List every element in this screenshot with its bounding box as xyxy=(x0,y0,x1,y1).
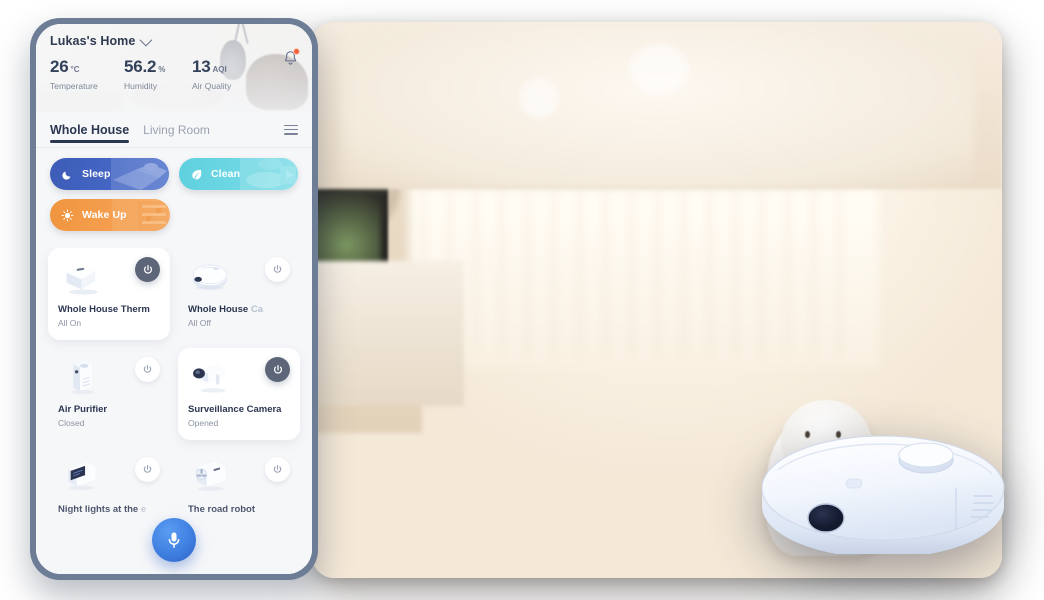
power-toggle-button[interactable] xyxy=(265,257,290,282)
device-name: Night lights at the e xyxy=(58,504,147,515)
scene-button-clean[interactable]: Clean xyxy=(179,158,298,190)
robot-vacuum-icon xyxy=(192,264,228,291)
device-card-whole-house-thermostat[interactable]: Whole House Therm All On xyxy=(48,248,170,340)
power-toggle-button[interactable] xyxy=(135,457,160,482)
stat-unit: AQI xyxy=(212,65,227,74)
device-state: All Off xyxy=(188,318,211,328)
microphone-icon xyxy=(168,532,180,548)
air-conditioner-icon xyxy=(196,461,226,491)
device-state: All On xyxy=(58,318,82,328)
power-toggle-button[interactable] xyxy=(265,457,290,482)
air-purifier-icon xyxy=(70,360,95,395)
stat-temperature: 26 °C Temperature xyxy=(50,58,124,91)
device-card-night-lights[interactable]: Night lights at the e xyxy=(48,448,170,540)
stat-value: 13 xyxy=(192,57,211,76)
thermostat-icon xyxy=(66,265,98,295)
sun-icon xyxy=(61,209,74,221)
stat-value: 56.2 xyxy=(124,57,157,76)
room-tab-bar: Whole House Living Room xyxy=(36,112,312,148)
power-icon xyxy=(273,264,282,273)
scene-button-sleep[interactable]: Sleep xyxy=(50,158,169,190)
power-toggle-button[interactable] xyxy=(265,357,290,382)
phone-screen: Lukas's Home 26 °C Temperature 56.2% Humi… xyxy=(36,24,312,574)
device-name: Whole House Ca xyxy=(188,304,263,315)
phone-mockup: Lukas's Home 26 °C Temperature 56.2% Humi… xyxy=(30,18,318,580)
leaf-icon xyxy=(192,169,202,180)
stat-label: Air Quality xyxy=(192,81,232,91)
cleaning-art xyxy=(240,158,298,190)
home-selector[interactable]: Lukas's Home xyxy=(50,33,298,48)
app-header: Lukas's Home 26 °C Temperature 56.2% Humi… xyxy=(36,24,312,112)
device-name: The road robot xyxy=(188,504,256,515)
robot-vacuum-product-image xyxy=(761,435,1005,554)
device-name: Air Purifier xyxy=(58,404,108,415)
security-camera-icon xyxy=(193,364,227,393)
scene-label: Wake Up xyxy=(82,209,127,221)
device-name: Surveillance Camera xyxy=(188,404,282,415)
stat-air-quality: 13 AQI Air Quality xyxy=(192,58,260,91)
power-icon xyxy=(273,364,282,374)
stat-value: 26 xyxy=(50,57,69,76)
device-state: Opened xyxy=(188,418,219,428)
home-name-label: Lukas's Home xyxy=(50,34,136,48)
device-card-air-purifier[interactable]: Air Purifier Closed xyxy=(48,348,170,440)
device-card-surveillance-camera[interactable]: Surveillance Camera Opened xyxy=(178,348,300,440)
scene-button-wake-up[interactable]: Wake Up xyxy=(50,199,170,231)
power-icon xyxy=(143,264,152,274)
bedroom-art xyxy=(111,158,169,190)
chevron-down-icon xyxy=(140,33,153,46)
device-state: Closed xyxy=(58,418,85,428)
night-light-icon xyxy=(68,462,96,491)
moon-icon xyxy=(62,171,71,180)
tab-whole-house[interactable]: Whole House xyxy=(50,116,130,144)
stat-label: Humidity xyxy=(124,81,158,91)
power-icon xyxy=(143,364,152,373)
power-icon xyxy=(273,464,282,473)
power-icon xyxy=(143,464,152,473)
scene-shortcuts: Sleep Clean Wake Up xyxy=(36,148,312,248)
device-card-road-robot[interactable]: The road robot xyxy=(178,448,300,540)
voice-assistant-button[interactable] xyxy=(152,518,196,562)
device-card-whole-house-cleaner[interactable]: Whole House Ca All Off xyxy=(178,248,300,340)
scene-label: Sleep xyxy=(82,168,111,180)
notification-badge-dot xyxy=(293,48,300,55)
stat-unit: °C xyxy=(70,65,80,74)
hamburger-menu-icon[interactable] xyxy=(284,124,298,135)
scene-label: Clean xyxy=(211,168,241,180)
notification-bell-button[interactable] xyxy=(283,48,300,71)
power-toggle-button[interactable] xyxy=(135,257,160,282)
environment-stats: 26 °C Temperature 56.2% Humidity 13 AQI Ai… xyxy=(50,58,298,91)
tab-living-room[interactable]: Living Room xyxy=(143,116,210,144)
stat-humidity: 56.2% Humidity xyxy=(124,58,192,91)
stat-unit: % xyxy=(158,65,166,74)
stat-label: Temperature xyxy=(50,81,98,91)
power-toggle-button[interactable] xyxy=(135,357,160,382)
device-name: Whole House Therm xyxy=(58,304,150,315)
